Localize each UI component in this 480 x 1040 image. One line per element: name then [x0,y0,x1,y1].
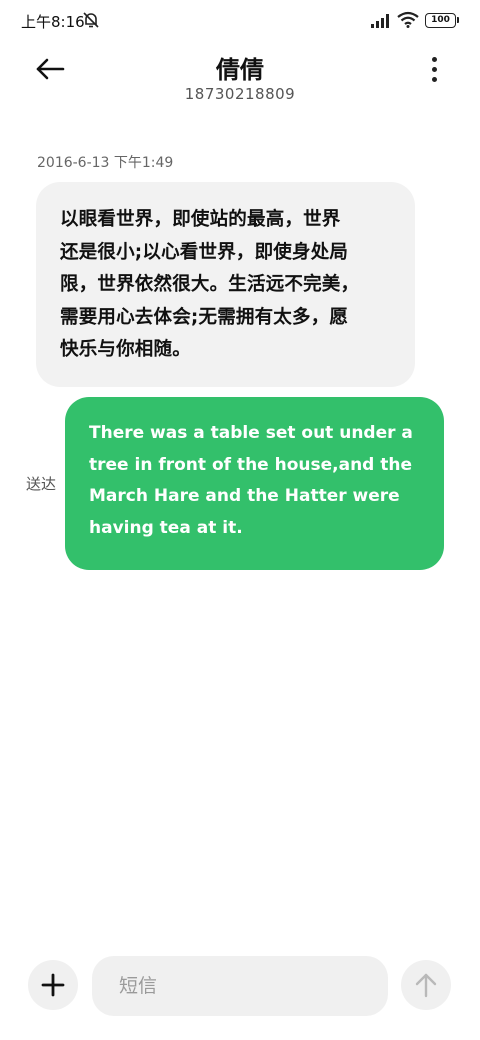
incoming-message-bubble[interactable]: 以眼看世界，即使站的最高，世界 还是很小;以心看世界，即使身处局 限，世界依然很… [36,182,415,387]
incoming-message-text: 以眼看世界，即使站的最高，世界 还是很小;以心看世界，即使身处局 限，世界依然很… [60,204,391,367]
message-input[interactable] [92,956,388,1016]
add-attachment-button[interactable] [28,960,78,1010]
outgoing-message-text: There was a table set out under a tree i… [89,418,422,544]
more-options-button[interactable] [420,54,448,84]
signal-icon [371,14,389,28]
send-button[interactable] [401,960,451,1010]
back-button[interactable] [30,52,70,86]
status-time: 上午8:16 [21,13,85,31]
message-line: 需要用心去体会;无需拥有太多，愿 [60,306,349,328]
message-line: 快乐与你相随。 [60,339,191,360]
battery-level: 100 [431,15,450,25]
message-timestamp: 2016-6-13 下午1:49 [37,155,174,171]
contact-number: 18730218809 [184,85,296,103]
battery-tip [457,17,459,23]
contact-name: 倩倩 [216,56,264,84]
status-bar: 上午8:16 100 [0,0,480,40]
message-line: 限，世界依然很大。生活远不完美， [60,274,360,295]
message-line: There was a table set out under a [89,423,413,443]
battery-icon: 100 [425,13,456,28]
delivery-status: 送达 [26,475,57,493]
message-line: March Hare and the Hatter were [89,486,400,506]
more-vertical-icon [431,56,437,62]
message-line: 还是很小;以心看世界，即使身处局 [60,241,349,263]
plus-icon [41,973,65,997]
back-arrow-icon [36,58,65,80]
message-line: having tea at it. [89,517,243,538]
mute-icon [83,12,99,28]
more-vertical-icon-dot [431,66,437,72]
message-line: 以眼看世界，即使站的最高，世界 [60,209,341,230]
send-arrow-icon [415,973,437,998]
message-line: tree in front of the house,and the [89,454,413,475]
outgoing-message-bubble[interactable]: There was a table set out under a tree i… [65,397,444,570]
wifi-icon [397,11,419,28]
more-vertical-icon-dot [431,76,437,82]
